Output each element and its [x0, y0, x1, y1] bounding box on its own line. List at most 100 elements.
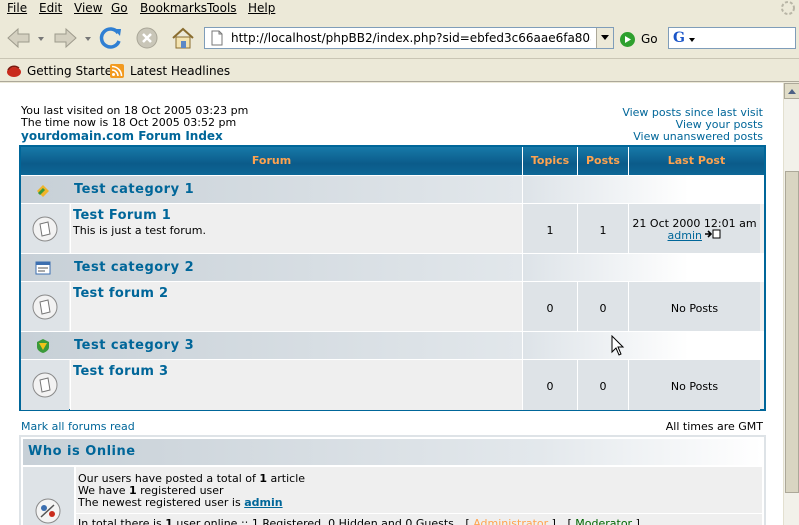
menu-tools[interactable]: Tools — [207, 1, 237, 15]
forum-info-cell: Test forum 3 — [70, 360, 522, 410]
search-links: View posts since last visit View your po… — [622, 107, 763, 143]
timezone-note: All times are GMT — [665, 420, 763, 433]
moderator-legend: Moderator — [575, 517, 633, 525]
posts-count: 0 — [599, 302, 607, 315]
bookmark-getting-started[interactable]: Getting Started — [6, 63, 120, 79]
newest-user-line: The newest registered user is admin — [78, 496, 283, 509]
newest-user-link[interactable]: admin — [244, 496, 282, 509]
users-online-line: In total there is 1 user online :: 1 Reg… — [76, 513, 762, 525]
bookmark-label: Latest Headlines — [130, 64, 231, 78]
reload-button[interactable] — [96, 23, 126, 53]
mark-all-read-link[interactable]: Mark all forums read — [21, 420, 135, 433]
header-posts: Posts — [577, 147, 628, 175]
go-button[interactable]: Go — [620, 30, 658, 48]
menu-bar: File Edit View Go Bookmarks Tools Help — [0, 0, 799, 17]
table-header: Forum Topics Posts Last Post — [21, 147, 764, 175]
category-row: Test category 3 — [21, 331, 764, 360]
chevron-down-icon — [601, 35, 609, 40]
search-engine-dropdown-icon[interactable] — [689, 38, 695, 42]
category-link[interactable]: Test category 3 — [74, 338, 194, 353]
category-link[interactable]: Test category 2 — [74, 260, 194, 275]
online-icon-cell — [23, 467, 74, 525]
menu-file[interactable]: File — [7, 1, 27, 15]
header-forum: Forum — [251, 154, 292, 167]
forum-table: Forum Topics Posts Last Post Test catego… — [19, 145, 766, 411]
forward-arrow-icon — [54, 27, 77, 49]
category-icon — [35, 261, 51, 275]
stop-icon — [136, 27, 158, 49]
forum-info-cell: Test Forum 1 This is just a test forum. — [70, 204, 522, 254]
scroll-up-button[interactable] — [784, 83, 799, 99]
go-icon — [620, 31, 635, 47]
topics-count: 0 — [546, 302, 554, 315]
bookmarks-toolbar: Getting Started Latest Headlines — [0, 60, 799, 82]
menu-bookmarks[interactable]: Bookmarks — [140, 1, 207, 15]
search-input[interactable]: G — [668, 27, 796, 49]
menu-help[interactable]: Help — [248, 1, 275, 15]
forum-row: Test forum 3 0 0 No Posts — [21, 359, 764, 410]
forum-link[interactable]: Test forum 2 — [73, 286, 168, 301]
forum-folder-icon — [32, 294, 58, 320]
category-row-fill — [522, 254, 760, 282]
home-button[interactable] — [168, 23, 198, 53]
url-text[interactable]: http://localhost/phpBB2/index.php?sid=eb… — [231, 31, 591, 45]
category-row: Test category 2 — [21, 253, 764, 282]
category-icon — [37, 185, 49, 197]
scrollbar-thumb[interactable] — [785, 171, 799, 493]
category-icon — [37, 339, 49, 353]
view-latest-post-icon[interactable] — [705, 229, 721, 239]
last-post-cell: No Posts — [628, 360, 760, 410]
current-time-text: The time now is 18 Oct 2005 03:52 pm — [21, 116, 237, 129]
menu-go[interactable]: Go — [111, 1, 128, 15]
forward-button[interactable] — [50, 23, 80, 53]
forum-folder-icon — [32, 372, 58, 398]
url-bar[interactable]: http://localhost/phpBB2/index.php?sid=eb… — [204, 27, 614, 49]
who-is-online-link[interactable]: Who is Online — [28, 444, 136, 459]
forum-row: Test forum 2 0 0 No Posts — [21, 281, 764, 332]
category-row-fill — [522, 176, 760, 204]
last-post-author-link[interactable]: admin — [668, 229, 702, 242]
stop-button[interactable] — [132, 23, 162, 53]
forum-description: This is just a test forum. — [73, 224, 206, 237]
menu-view[interactable]: View — [74, 1, 102, 15]
view-unanswered-link[interactable]: View unanswered posts — [622, 131, 763, 143]
who-is-online-panel: Who is Online Our users have posted a to… — [19, 435, 766, 525]
posts-count: 0 — [599, 380, 607, 393]
forward-dropdown-icon[interactable] — [84, 35, 92, 43]
posts-count: 1 — [599, 224, 607, 237]
menu-edit[interactable]: Edit — [39, 1, 62, 15]
last-post-cell: 21 Oct 2000 12:01 am admin — [628, 204, 760, 254]
forum-info-cell: Test forum 2 — [70, 282, 522, 332]
go-label: Go — [641, 32, 658, 46]
topics-count: 0 — [546, 380, 554, 393]
forum-link[interactable]: Test forum 3 — [73, 364, 168, 379]
topics-cell: 0 — [522, 282, 577, 332]
reload-icon — [99, 27, 121, 49]
mouse-cursor-icon — [611, 335, 625, 356]
who-is-online-header: Who is Online — [23, 439, 762, 465]
back-button[interactable] — [4, 23, 34, 53]
forum-row: Test Forum 1 This is just a test forum. … — [21, 203, 764, 254]
category-row: Test category 1 — [21, 175, 764, 204]
back-arrow-icon — [7, 27, 30, 49]
firefox-bookmark-icon — [7, 65, 21, 77]
throbber-icon — [781, 1, 795, 15]
rss-feed-icon — [110, 64, 124, 78]
url-dropdown-button[interactable] — [596, 28, 613, 48]
forum-icon-cell — [21, 360, 69, 410]
forum-icon-cell — [21, 204, 69, 254]
administrator-legend: Administrator — [473, 517, 549, 525]
header-topics: Topics — [522, 147, 577, 175]
topics-count: 1 — [546, 224, 554, 237]
bookmark-latest-headlines[interactable]: Latest Headlines — [109, 63, 230, 79]
visit-info: You last visited on 18 Oct 2005 03:23 pm… — [21, 105, 248, 129]
forum-index-link[interactable]: yourdomain.com Forum Index — [21, 129, 223, 143]
forum-link[interactable]: Test Forum 1 — [73, 208, 171, 223]
vertical-scrollbar[interactable] — [783, 83, 799, 525]
back-dropdown-icon[interactable] — [37, 35, 45, 43]
last-post-date: No Posts — [670, 380, 719, 393]
last-post-cell: No Posts — [628, 282, 760, 332]
topics-cell: 1 — [522, 204, 577, 254]
category-link[interactable]: Test category 1 — [74, 182, 194, 197]
home-icon — [172, 27, 194, 49]
